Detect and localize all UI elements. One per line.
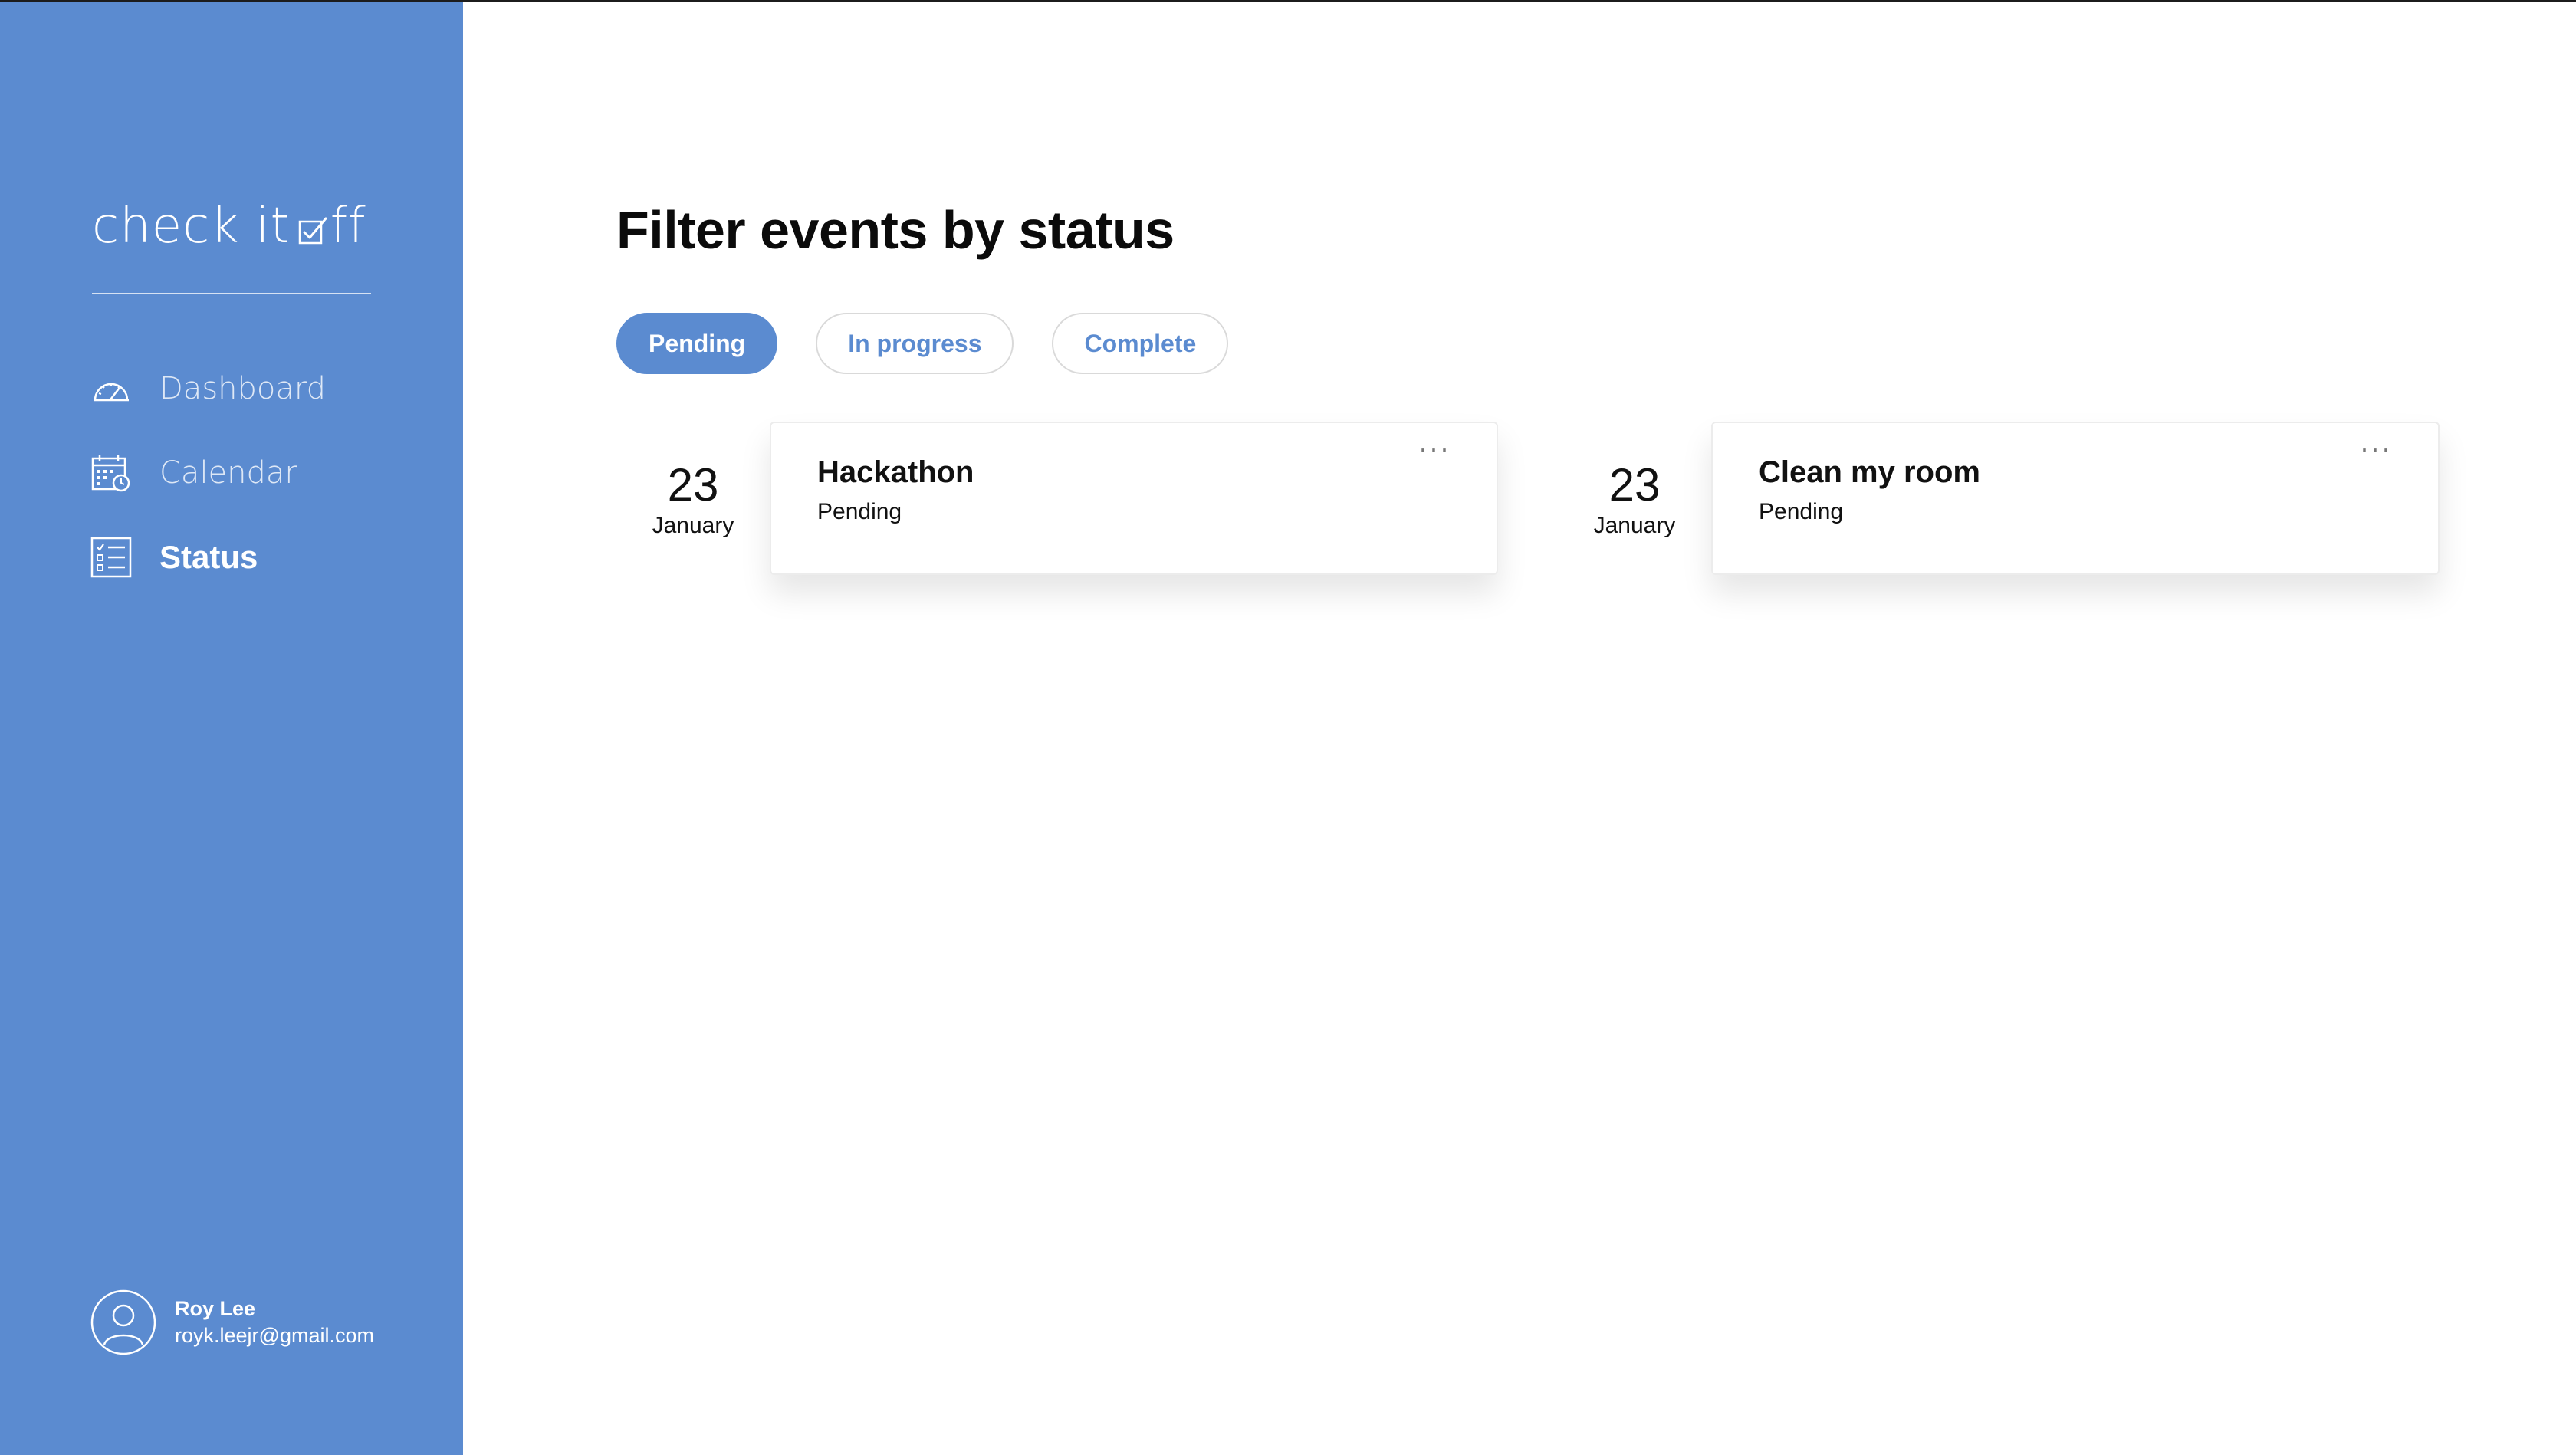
event-list: 23 January Hackathon Pending ··· 23 Janu… bbox=[616, 422, 2499, 575]
event-item: 23 January Clean my room Pending ··· bbox=[1558, 422, 2440, 575]
user-profile[interactable]: Roy Lee royk.leejr@gmail.com bbox=[90, 1289, 374, 1355]
event-card[interactable]: Hackathon Pending ··· bbox=[770, 422, 1498, 575]
speedometer-icon bbox=[94, 383, 129, 402]
logo-text-start: check it bbox=[92, 198, 291, 255]
sidebar-item-calendar[interactable]: Calendar bbox=[90, 446, 428, 500]
more-options-icon[interactable]: ··· bbox=[2360, 435, 2390, 462]
event-date: 23 January bbox=[1558, 422, 1711, 541]
sidebar-nav: Dashboard Calendar Status bbox=[90, 362, 428, 615]
sidebar: check it ff Dashboard Calendar Status Ro… bbox=[0, 2, 463, 1455]
sidebar-item-label: Dashboard bbox=[159, 371, 327, 406]
event-month: January bbox=[1593, 513, 1676, 538]
event-status: Pending bbox=[1759, 499, 1844, 524]
more-options-icon[interactable]: ··· bbox=[1418, 435, 1449, 462]
event-date: 23 January bbox=[616, 422, 770, 541]
user-info: Roy Lee royk.leejr@gmail.com bbox=[175, 1296, 374, 1349]
sidebar-item-label: Status bbox=[159, 539, 258, 575]
app-window: check it ff Dashboard Calendar Status Ro… bbox=[0, 0, 2576, 1455]
event-card[interactable]: Clean my room Pending ··· bbox=[1711, 422, 2440, 575]
status-filter-group: Pending In progress Complete bbox=[616, 313, 1267, 374]
sidebar-item-dashboard[interactable]: Dashboard bbox=[90, 362, 428, 415]
filter-in-progress-button[interactable]: In progress bbox=[816, 313, 1014, 374]
event-title: Clean my room bbox=[1759, 455, 1980, 489]
logo-text-end: ff bbox=[330, 198, 366, 255]
avatar-icon bbox=[90, 1289, 156, 1355]
app-logo[interactable]: check it ff bbox=[92, 192, 366, 261]
page-title: Filter events by status bbox=[616, 200, 1175, 260]
user-email: royk.leejr@gmail.com bbox=[175, 1324, 374, 1347]
filter-pending-button[interactable]: Pending bbox=[616, 313, 778, 374]
sidebar-item-label: Calendar bbox=[159, 455, 297, 491]
main-content: Filter events by status Pending In progr… bbox=[463, 2, 2576, 1455]
logo-checkbox-icon bbox=[298, 217, 327, 245]
checklist-icon bbox=[90, 537, 132, 578]
event-day: 23 bbox=[667, 459, 719, 511]
event-title: Hackathon bbox=[817, 455, 974, 489]
user-name: Roy Lee bbox=[175, 1297, 256, 1320]
event-day: 23 bbox=[1608, 459, 1661, 511]
event-item: 23 January Hackathon Pending ··· bbox=[616, 422, 1498, 575]
event-status: Pending bbox=[817, 499, 902, 524]
filter-complete-button[interactable]: Complete bbox=[1052, 313, 1229, 374]
sidebar-item-status[interactable]: Status bbox=[90, 530, 428, 584]
logo-divider bbox=[92, 293, 371, 294]
event-month: January bbox=[652, 513, 734, 538]
calendar-icon bbox=[91, 455, 130, 492]
